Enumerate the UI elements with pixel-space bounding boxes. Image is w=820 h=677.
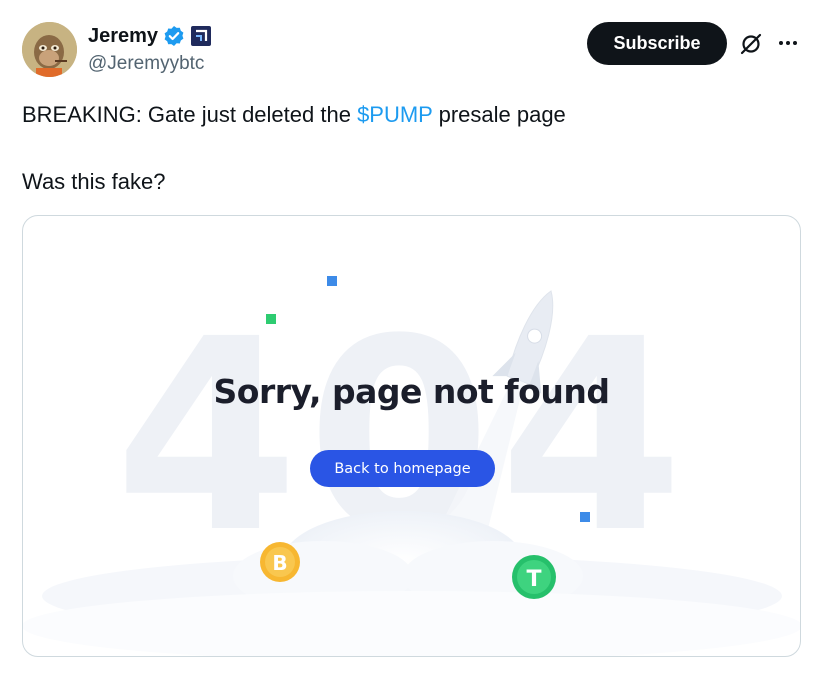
more-icon[interactable] — [776, 32, 800, 54]
tweet-text-line2: Was this fake? — [22, 169, 166, 194]
author-display-name[interactable]: Jeremy — [88, 25, 158, 48]
error-page-illustration: 404 B T — [23, 276, 800, 656]
grok-icon[interactable] — [739, 32, 763, 56]
affiliate-badge-icon[interactable] — [190, 25, 212, 47]
decor-square-blue-2 — [580, 512, 590, 522]
avatar[interactable] — [22, 22, 77, 77]
tweet-text-after: presale page — [432, 102, 566, 127]
tweet-text-before: BREAKING: Gate just deleted the — [22, 102, 358, 127]
verified-badge-icon[interactable] — [163, 25, 185, 47]
bitcoin-coin-icon: B — [260, 542, 300, 582]
bored-ape-avatar-icon — [22, 22, 77, 77]
author-name-row: Jeremy — [88, 22, 212, 50]
tweet-text: BREAKING: Gate just deleted the $PUMP pr… — [22, 101, 566, 196]
decor-square-blue — [327, 276, 337, 286]
more-dot — [786, 41, 790, 45]
media-image[interactable]: 404 B T Sorry, page not found Back to ho… — [22, 215, 801, 657]
more-dot — [779, 41, 783, 45]
error-title: Sorry, page not found — [213, 372, 610, 411]
tether-coin-label: T — [526, 567, 541, 592]
cashtag-link[interactable]: $PUMP — [357, 102, 432, 127]
decor-square-green — [266, 314, 276, 324]
author-handle[interactable]: @Jeremyybtc — [88, 53, 204, 75]
tether-coin-icon: T — [512, 555, 556, 599]
bitcoin-coin-label: B — [272, 551, 287, 575]
subscribe-button[interactable]: Subscribe — [587, 22, 727, 65]
back-to-homepage-button: Back to homepage — [310, 450, 495, 487]
more-dot — [793, 41, 797, 45]
